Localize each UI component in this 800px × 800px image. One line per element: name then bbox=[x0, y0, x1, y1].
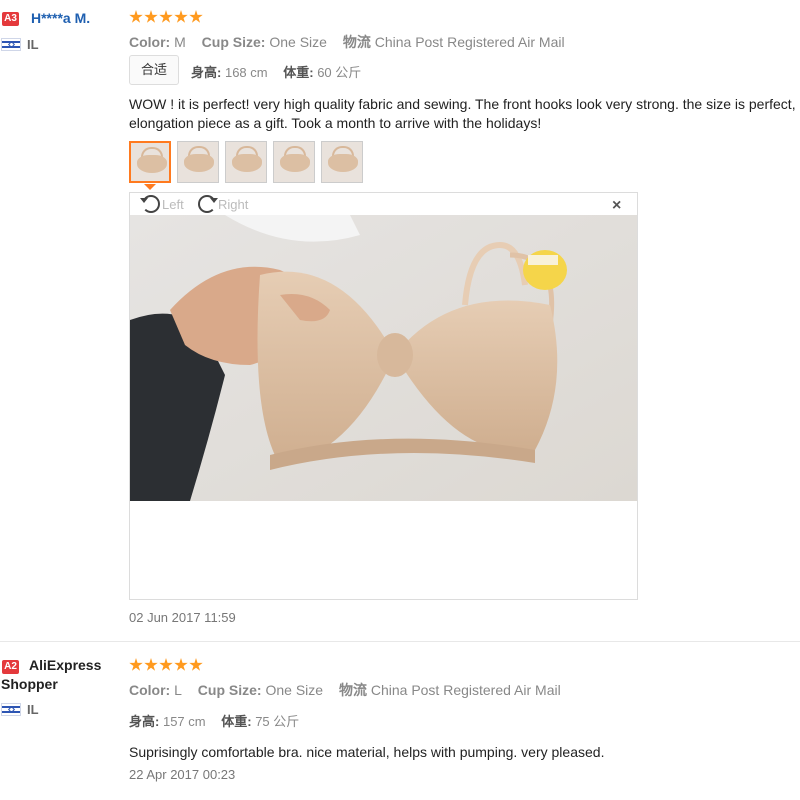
attr-key-shipping: 物流 bbox=[342, 34, 371, 50]
rotate-left-icon bbox=[140, 195, 160, 213]
attr-val-cup-size: One Size bbox=[265, 682, 324, 698]
review-date: 02 Jun 2017 11:59 bbox=[129, 610, 236, 625]
buyer-name: AliExpress bbox=[29, 657, 102, 673]
photo-thumbnail[interactable] bbox=[129, 141, 171, 183]
active-thumbnail-pointer bbox=[144, 184, 156, 190]
star-icon bbox=[144, 658, 158, 671]
star-icon bbox=[189, 658, 203, 671]
weight-key: 体重: bbox=[283, 65, 314, 80]
attr-val-shipping: China Post Registered Air Mail bbox=[370, 682, 561, 698]
attr-key-color: Color: bbox=[129, 682, 171, 698]
height-key: 身高: bbox=[191, 65, 222, 80]
order-attributes: Color: M Cup Size: One Size 物流 China Pos… bbox=[129, 32, 577, 52]
rotate-left-button[interactable]: Left bbox=[140, 195, 184, 213]
photo-viewer: Left Right × bbox=[129, 192, 638, 600]
close-icon[interactable]: × bbox=[612, 197, 621, 215]
review-photo bbox=[130, 215, 637, 501]
attr-val-shipping: China Post Registered Air Mail bbox=[374, 34, 565, 50]
photo-thumbnails bbox=[129, 141, 363, 183]
star-icon bbox=[159, 658, 173, 671]
review-item: A3 H****a M. IL Color: M Cup Size: One S… bbox=[0, 0, 800, 641]
star-icon bbox=[129, 10, 143, 23]
attr-key-cup-size: Cup Size: bbox=[197, 682, 262, 698]
star-icon bbox=[189, 10, 203, 23]
body-measurements: 身高: 168 cm 体重: 60 公斤 bbox=[191, 62, 373, 81]
review-text-line: elongation piece as a gift. Took a month… bbox=[129, 115, 542, 131]
photo-thumbnail[interactable] bbox=[321, 141, 363, 183]
review-date: 22 Apr 2017 00:23 bbox=[129, 767, 236, 782]
star-rating bbox=[129, 10, 203, 26]
attr-val-cup-size: One Size bbox=[269, 34, 327, 50]
star-rating bbox=[129, 658, 203, 674]
attr-key-cup-size: Cup Size: bbox=[201, 34, 266, 50]
buyer-name[interactable]: H****a M. bbox=[31, 10, 90, 26]
order-attributes: Color: L Cup Size: One Size 物流 China Pos… bbox=[129, 680, 573, 700]
weight-key: 体重: bbox=[221, 714, 252, 729]
photo-thumbnail[interactable] bbox=[273, 141, 315, 183]
review-text: Suprisingly comfortable bra. nice materi… bbox=[129, 744, 605, 760]
attr-key-color: Color: bbox=[129, 34, 171, 50]
review-photo-image bbox=[130, 215, 637, 501]
height-key: 身高: bbox=[129, 714, 160, 729]
weight-value: 75 公斤 bbox=[255, 714, 300, 729]
weight-value: 60 公斤 bbox=[317, 65, 362, 80]
buyer-country: IL bbox=[27, 37, 39, 52]
review-text: WOW ! it is perfect! very high quality f… bbox=[129, 95, 800, 133]
attr-val-color: L bbox=[174, 682, 182, 698]
photo-thumbnail[interactable] bbox=[225, 141, 267, 183]
buyer-country: IL bbox=[27, 702, 39, 717]
star-icon bbox=[144, 10, 158, 23]
buyer-level-badge: A2 bbox=[2, 660, 19, 674]
height-value: 157 cm bbox=[162, 714, 206, 729]
attr-val-color: M bbox=[174, 34, 186, 50]
review-item: A2 AliExpress Shopper IL Color: L Cup Si… bbox=[0, 641, 800, 800]
photo-thumbnail[interactable] bbox=[177, 141, 219, 183]
rotate-left-label: Left bbox=[162, 196, 184, 212]
israel-flag-icon bbox=[1, 703, 21, 716]
rotate-right-button[interactable]: Right bbox=[198, 195, 248, 213]
review-text-line: WOW ! it is perfect! very high quality f… bbox=[129, 96, 796, 112]
star-icon bbox=[174, 10, 188, 23]
israel-flag-icon bbox=[1, 38, 21, 51]
fit-badge: 合适 bbox=[129, 55, 179, 85]
star-icon bbox=[129, 658, 143, 671]
height-value: 168 cm bbox=[224, 65, 268, 80]
star-icon bbox=[174, 658, 188, 671]
rotate-right-label: Right bbox=[218, 196, 249, 212]
body-measurements: 身高: 157 cm 体重: 75 公斤 bbox=[129, 711, 311, 730]
rotate-right-icon bbox=[198, 195, 218, 213]
star-icon bbox=[159, 10, 173, 23]
buyer-name-continued: Shopper bbox=[1, 676, 58, 692]
buyer-level-badge: A3 bbox=[2, 12, 19, 26]
attr-key-shipping: 物流 bbox=[338, 682, 367, 698]
